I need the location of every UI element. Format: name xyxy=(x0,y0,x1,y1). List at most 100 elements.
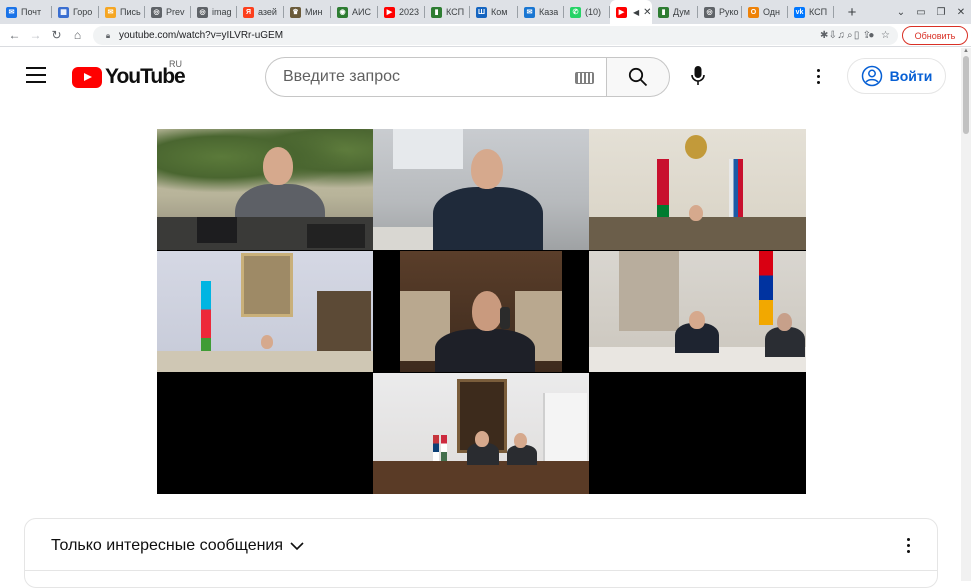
scroll-up-icon[interactable]: ▲ xyxy=(963,48,969,54)
browser-tab[interactable]: Яазей xyxy=(237,0,284,24)
new-tab-button[interactable]: + xyxy=(840,0,864,24)
browser-tab-strip: ✉ Почт ▦ Горо ✉ Пись ◎ Prev ◎ imag Яазей ♛ Мин ◉ АИС ▶ 2… xyxy=(0,0,971,24)
window-controls: ⌄ ▭ ❐ ✕ xyxy=(891,0,971,24)
browser-tab[interactable]: ▮ Дум xyxy=(652,0,698,24)
chat-more-button[interactable] xyxy=(907,538,910,553)
search-input[interactable]: Введите запрос xyxy=(265,57,606,97)
voice-search-button[interactable] xyxy=(685,63,711,89)
close-tab-icon[interactable]: ✕ xyxy=(643,7,651,18)
browser-tab-label: Ком xyxy=(491,7,508,17)
region-code: RU xyxy=(169,59,182,69)
page-scrollbar[interactable]: ▲ xyxy=(961,48,971,581)
browser-tab[interactable]: ▶ ◀ ✕ xyxy=(610,0,652,24)
restore-icon[interactable]: ❐ xyxy=(931,7,951,18)
chat-mode-dropdown[interactable]: Только интересные сообщения xyxy=(51,537,304,555)
video-tile-6 xyxy=(589,251,806,372)
bookmark-star-icon[interactable]: ☆ xyxy=(881,30,890,41)
media-controls-icon[interactable]: ♫ xyxy=(837,30,845,41)
browser-tab[interactable]: О Одн xyxy=(742,0,788,24)
signin-button[interactable]: Войти xyxy=(847,58,946,94)
browser-tab-label: АИС xyxy=(352,7,371,17)
browser-tab[interactable]: ♛ Мин xyxy=(284,0,331,24)
close-window-icon[interactable]: ✕ xyxy=(951,7,971,18)
browser-tab-label: Пись xyxy=(120,7,141,17)
video-tile-2 xyxy=(373,129,589,250)
search-box: Введите запрос xyxy=(265,57,670,97)
browser-tab-label: азей xyxy=(258,7,277,17)
search-button[interactable] xyxy=(606,57,670,97)
browser-tab[interactable]: ◉ АИС xyxy=(331,0,378,24)
youtube-icon: ▶ xyxy=(384,6,395,18)
globe-icon: ◎ xyxy=(197,6,208,18)
profile-icon[interactable]: ● xyxy=(868,30,874,41)
video-tile-1 xyxy=(157,129,373,250)
tab-search-icon[interactable]: ⌄ xyxy=(891,7,911,18)
keyboard-icon[interactable] xyxy=(575,72,594,84)
menu-icon[interactable] xyxy=(26,67,46,83)
minimize-icon[interactable]: ▭ xyxy=(911,7,931,18)
lock-icon[interactable]: 🔒︎ xyxy=(101,31,115,41)
emblem-icon: ♛ xyxy=(290,6,301,18)
reload-button[interactable]: ↻ xyxy=(46,28,67,42)
youtube-header: YouTube RU Введите запрос Войти xyxy=(0,48,961,104)
browser-tab-label: Каза xyxy=(539,7,559,17)
scroll-thumb[interactable] xyxy=(963,56,969,134)
search-placeholder: Введите запрос xyxy=(283,68,400,85)
browser-tab[interactable]: ▮ КСП xyxy=(425,0,470,24)
browser-tab[interactable]: ✉ Каза xyxy=(518,0,564,24)
browser-tab-label: Prev xyxy=(166,7,185,17)
youtube-play-icon xyxy=(72,66,102,88)
browser-tab[interactable]: ▦ Горо xyxy=(52,0,99,24)
globe-icon: ◎ xyxy=(151,6,162,18)
settings-more-button[interactable] xyxy=(810,65,826,87)
browser-tab[interactable]: ✆ (10) xyxy=(564,0,610,24)
mail-icon: ✉ xyxy=(6,6,17,18)
side-panel-icon[interactable]: ▯ xyxy=(854,30,860,41)
browser-tab-label: Руко xyxy=(719,7,739,17)
browser-tab-label: Горо xyxy=(73,7,93,17)
update-button[interactable]: Обновить xyxy=(902,26,968,45)
browser-tab-label: imag xyxy=(212,7,232,17)
account-icon xyxy=(861,65,882,87)
vk-icon: vk xyxy=(794,6,805,18)
browser-tab[interactable]: ◎ imag xyxy=(191,0,237,24)
address-bar[interactable]: 🔒︎ youtube.com/watch?v=yILVRr-uGEM ⇩ ⌕ ⇪… xyxy=(93,26,898,45)
url-text: youtube.com/watch?v=yILVRr-uGEM xyxy=(119,30,284,41)
browser-tab-label: КСП xyxy=(446,7,465,17)
browser-tab-label: 2023 xyxy=(399,7,420,17)
whatsapp-icon: ✆ xyxy=(570,6,581,18)
video-tile-4 xyxy=(157,251,373,372)
browser-tab-label: Почт xyxy=(21,7,42,17)
browser-tab[interactable]: ◎ Prev xyxy=(145,0,191,24)
forward-button[interactable]: → xyxy=(25,28,46,42)
microphone-icon xyxy=(691,66,705,85)
ais-icon: ◉ xyxy=(337,6,348,18)
mail-ru-icon: ✉ xyxy=(105,6,116,18)
kazan-icon: ✉ xyxy=(524,6,535,18)
browser-tab[interactable]: Ш Ком xyxy=(470,0,518,24)
live-chat-panel: Только интересные сообщения xyxy=(24,518,938,588)
browser-tab-label: (10) xyxy=(585,7,602,17)
youtube-logo[interactable]: YouTube RU xyxy=(72,59,186,89)
home-button[interactable]: ⌂ xyxy=(67,28,88,42)
speaker-icon[interactable]: ◀ xyxy=(633,8,639,17)
browser-toolbar: ← → ↻ ⌂ 🔒︎ youtube.com/watch?v=yILVRr-uG… xyxy=(0,24,971,47)
browser-tab[interactable]: ✉ Почт xyxy=(0,0,52,24)
video-player[interactable] xyxy=(157,129,806,494)
back-button[interactable]: ← xyxy=(4,28,25,42)
yandex-icon: Я xyxy=(243,6,254,18)
chat-divider xyxy=(25,570,937,571)
chevron-down-icon xyxy=(290,541,304,550)
extensions-icon[interactable]: ✱ xyxy=(820,30,828,41)
browser-tab[interactable]: ▶ 2023 xyxy=(378,0,425,24)
odnoklassniki-icon: О xyxy=(748,6,759,18)
video-tile-3 xyxy=(589,129,806,250)
browser-tab[interactable]: ◎ Руко xyxy=(698,0,742,24)
browser-tab-label: КСП xyxy=(809,7,828,17)
browser-tab[interactable]: ✉ Пись xyxy=(99,0,145,24)
browser-tab[interactable]: vk КСП xyxy=(788,0,834,24)
youtube-icon: ▶ xyxy=(616,6,627,18)
browser-tab-label: Одн xyxy=(763,7,781,17)
duma-icon: ▮ xyxy=(658,6,669,18)
chat-mode-label: Только интересные сообщения xyxy=(51,537,284,554)
